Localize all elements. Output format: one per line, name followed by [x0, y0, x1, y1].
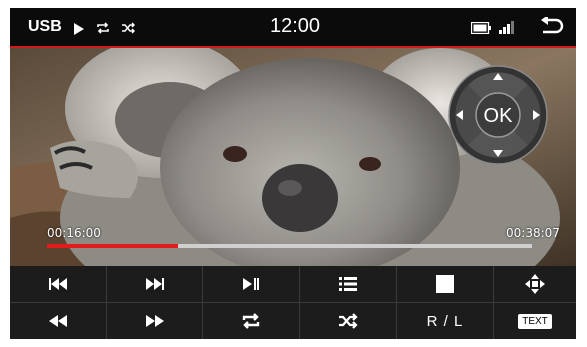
rewind-icon — [49, 315, 67, 327]
move-button[interactable] — [493, 266, 576, 302]
playlist-icon — [339, 277, 357, 291]
dpad: OK — [448, 65, 548, 165]
source-label[interactable]: USB — [28, 18, 62, 36]
repeat-button[interactable] — [202, 302, 299, 339]
clock: 12:00 — [270, 15, 321, 37]
progress-fill — [47, 244, 178, 248]
play-pause-icon — [243, 278, 259, 290]
battery-icon — [471, 22, 491, 34]
prev-track-button[interactable] — [10, 266, 106, 302]
signal-icon — [499, 21, 514, 34]
prev-track-icon — [49, 278, 67, 290]
audio-channel-button[interactable]: R / L — [396, 302, 493, 339]
ok-label: OK — [484, 105, 514, 127]
next-track-button[interactable] — [106, 266, 202, 302]
next-track-icon — [145, 278, 164, 290]
stop-icon — [436, 275, 454, 293]
shuffle-mode-icon — [339, 313, 358, 329]
text-label: TEXT — [518, 313, 552, 329]
subtitle-text-button[interactable]: TEXT — [493, 302, 576, 339]
total-duration: 00:38:07 — [506, 226, 560, 240]
progress-bar[interactable] — [47, 244, 532, 248]
move-icon — [525, 274, 545, 294]
fast-forward-icon — [145, 315, 164, 327]
repeat-icon — [97, 22, 109, 34]
play-icon — [74, 23, 84, 35]
shuffle-button[interactable] — [299, 302, 396, 339]
play-pause-button[interactable] — [202, 266, 299, 302]
playlist-button[interactable] — [299, 266, 396, 302]
media-player-screen: USB 12:00 OK 00:16:00 00:38:07 R / L TEX… — [10, 8, 576, 339]
ok-button[interactable]: OK — [475, 92, 521, 138]
status-bar: USB 12:00 — [10, 8, 576, 48]
back-icon[interactable] — [540, 17, 564, 37]
repeat-mode-icon — [242, 313, 260, 329]
stop-button[interactable] — [396, 266, 493, 302]
shuffle-icon — [122, 22, 135, 34]
control-panel: R / L TEXT — [10, 266, 576, 339]
elapsed-time: 00:16:00 — [47, 226, 101, 240]
audio-channel-label: R / L — [426, 312, 464, 330]
fast-forward-button[interactable] — [106, 302, 202, 339]
rewind-button[interactable] — [10, 302, 106, 339]
